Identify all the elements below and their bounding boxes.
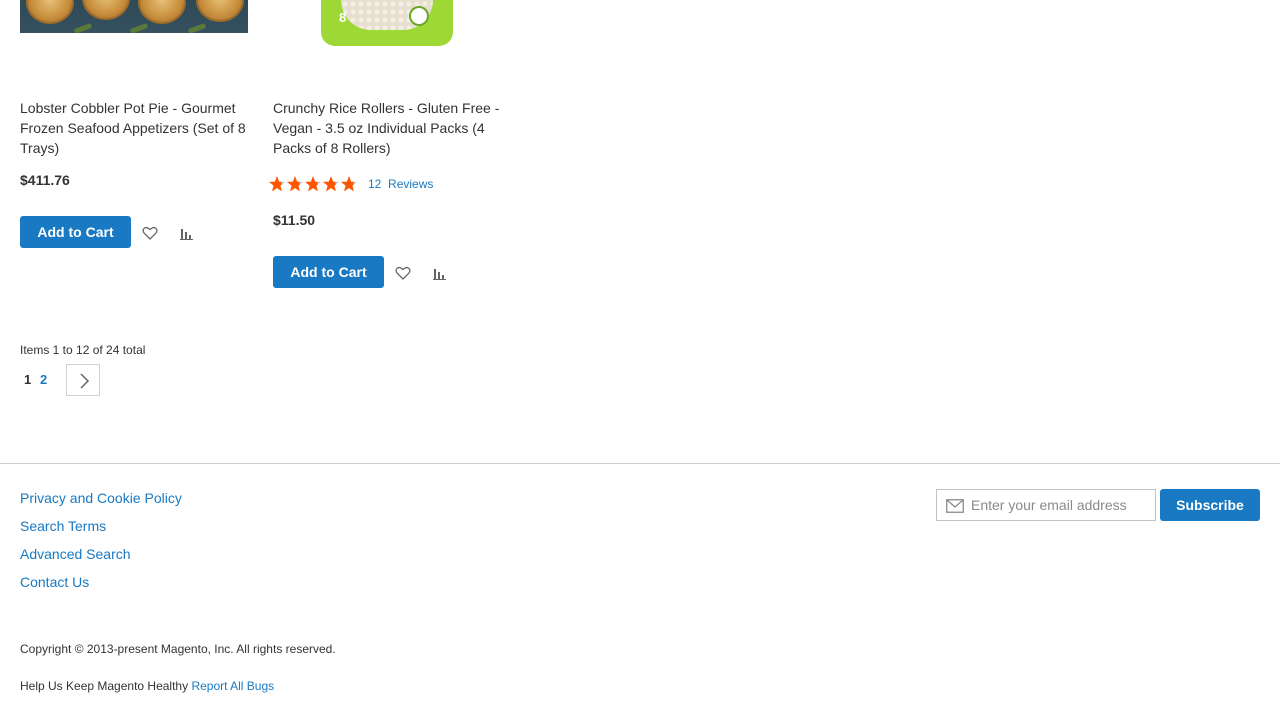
rating-stars[interactable] (268, 175, 360, 193)
copyright-text: Copyright © 2013-present Magento, Inc. A… (20, 642, 336, 656)
reviews-link[interactable]: 12 Reviews (368, 177, 433, 191)
footer-links: Privacy and Cookie Policy Search Terms A… (20, 488, 182, 600)
help-text: Help Us Keep Magento Healthy (20, 679, 189, 693)
newsletter-form: Subscribe (936, 489, 1260, 521)
product-image-rice-rollers[interactable]: 8 (321, 0, 453, 46)
newsletter-email-input[interactable] (971, 490, 1151, 520)
toolbar-amount: Items 1 to 12 of 24 total (20, 343, 146, 357)
newsletter-email-field[interactable] (936, 489, 1156, 521)
heart-icon[interactable] (140, 223, 160, 243)
footer-link-advanced-search[interactable]: Advanced Search (20, 544, 182, 572)
footer-link-contact[interactable]: Contact Us (20, 572, 182, 600)
chevron-right-icon (67, 373, 101, 401)
star-icon (286, 176, 304, 192)
package-number: 8 (339, 10, 347, 25)
report-bugs-link[interactable]: Report All Bugs (191, 679, 274, 693)
product-price: $411.76 (20, 172, 70, 188)
rating-stars-shape (268, 176, 358, 192)
compare-icon[interactable] (177, 223, 197, 243)
review-count: 12 (368, 177, 382, 191)
next-page-button[interactable] (66, 364, 100, 396)
footer-link-search-terms[interactable]: Search Terms (20, 516, 182, 544)
bug-report-line: Help Us Keep Magento Healthy Report All … (20, 679, 274, 693)
reviews-label: Reviews (388, 177, 434, 191)
subscribe-button[interactable]: Subscribe (1160, 489, 1260, 521)
star-icon (268, 176, 286, 192)
add-to-cart-button[interactable]: Add to Cart (20, 216, 131, 248)
product-image-pot-pie[interactable] (20, 0, 248, 33)
product-price: $11.50 (273, 212, 316, 228)
compare-icon[interactable] (430, 263, 450, 283)
heart-icon[interactable] (393, 263, 413, 283)
star-icon (304, 176, 322, 192)
star-icon (340, 176, 358, 192)
page-current: 1 (24, 372, 32, 387)
star-icon (322, 176, 340, 192)
page-link-2[interactable]: 2 (40, 372, 47, 387)
product-name-link[interactable]: Crunchy Rice Rollers - Gluten Free - Veg… (273, 98, 505, 158)
envelope-icon (946, 499, 964, 518)
rating-stars-graphic (268, 176, 358, 192)
footer-divider (0, 463, 1280, 464)
add-to-cart-button[interactable]: Add to Cart (273, 256, 384, 288)
product-name-link[interactable]: Lobster Cobbler Pot Pie - Gourmet Frozen… (20, 98, 252, 158)
footer-link-privacy[interactable]: Privacy and Cookie Policy (20, 488, 182, 516)
